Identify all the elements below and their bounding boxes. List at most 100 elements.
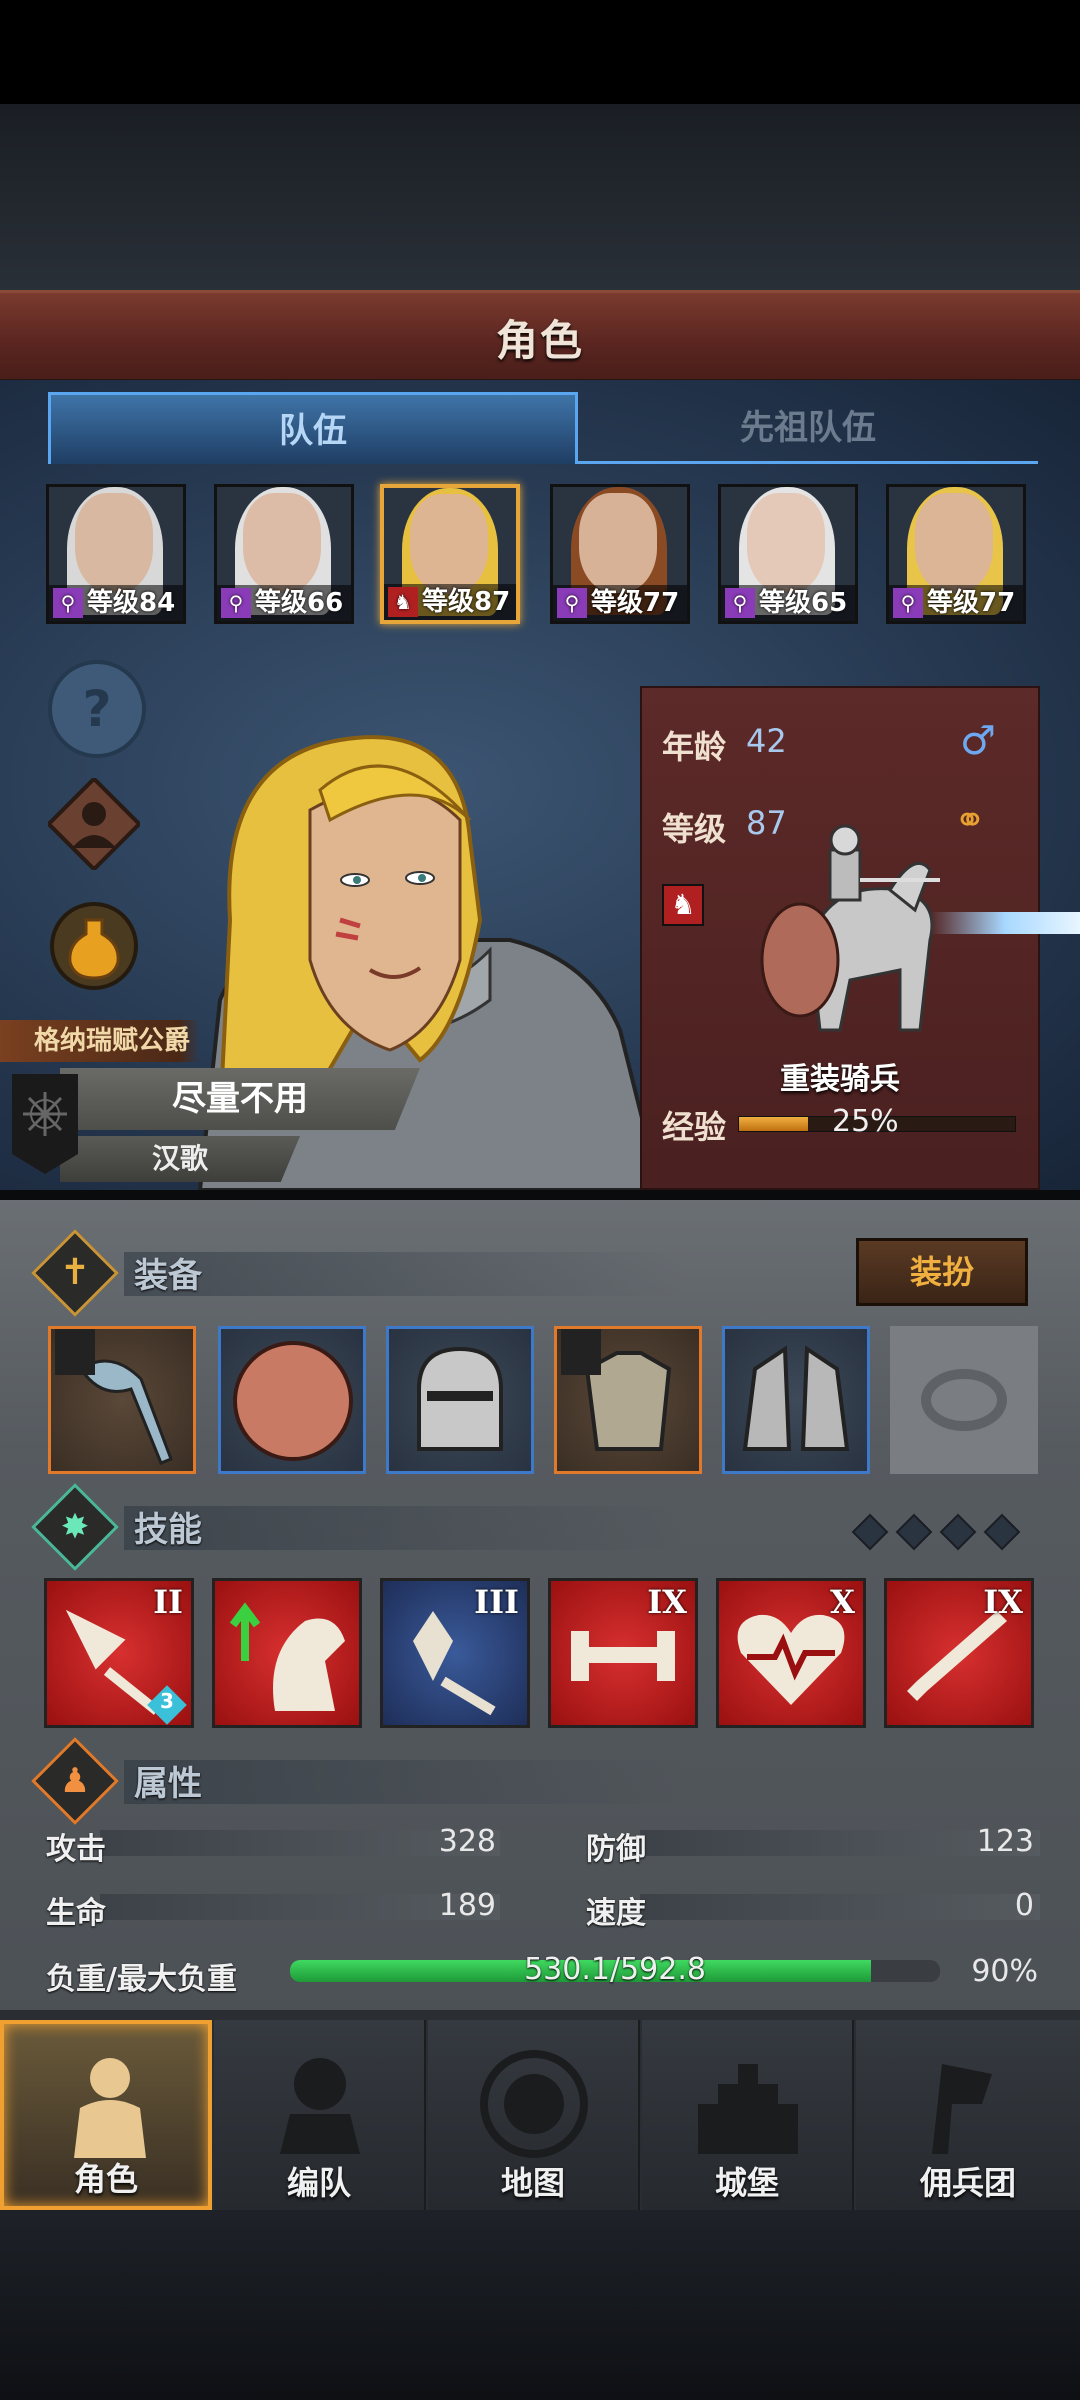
command-label[interactable]: 尽量不用	[60, 1068, 420, 1130]
load-percent: 90%	[971, 1954, 1038, 1989]
mercenary-flag-icon	[932, 2064, 992, 2154]
portrait-bust-icon[interactable]	[45, 775, 143, 873]
page-title: 角色	[495, 316, 584, 365]
tab-team[interactable]: 队伍	[48, 392, 578, 464]
skill-4[interactable]: IX	[548, 1578, 698, 1728]
axe-icon	[55, 1329, 173, 1465]
nav-label: 地图	[500, 2164, 565, 2202]
rings-icon: ⚭	[954, 798, 986, 842]
nav-label: 角色	[73, 2160, 138, 2198]
nav-map[interactable]: 地图	[428, 2020, 640, 2210]
party-member-1[interactable]: ⚲ 等级84	[46, 484, 186, 624]
defense-label: 防御	[586, 1832, 646, 1867]
party-member-3[interactable]: ♞ 等级87	[380, 484, 520, 624]
nav-castle[interactable]: 城堡	[642, 2020, 854, 2210]
party-member-2[interactable]: ⚲ 等级66	[214, 484, 354, 624]
exp-label: 经验	[662, 1108, 727, 1146]
title-bar: 角色	[0, 290, 1080, 382]
attack-value: 328	[438, 1824, 496, 1859]
staff-icon: ⚲	[53, 588, 83, 618]
skill-rank: X	[830, 1583, 855, 1621]
load-label: 负重/最大负重	[46, 1962, 237, 1997]
skill-3[interactable]: III	[380, 1578, 530, 1728]
level-label: 等级	[662, 810, 727, 848]
boots-icon	[742, 1345, 850, 1451]
skill-5[interactable]: X	[716, 1578, 866, 1728]
life-value: 189	[438, 1888, 496, 1923]
top-backdrop	[0, 104, 1080, 294]
cross-icon: ✝	[31, 1229, 119, 1317]
load-value: 530.1/592.8	[524, 1952, 706, 1987]
horse-buff-icon	[229, 1602, 345, 1711]
dress-up-button[interactable]: 装扮	[856, 1238, 1028, 1306]
skill-6[interactable]: IX	[884, 1578, 1034, 1728]
party-member-6[interactable]: ⚲ 等级77	[886, 484, 1026, 624]
equip-slot-boots[interactable]	[722, 1326, 870, 1474]
knight-icon	[74, 2058, 146, 2158]
staff-icon: ⚲	[725, 588, 755, 618]
nav-formation[interactable]: 编队	[214, 2020, 426, 2210]
age-label: 年龄	[662, 728, 727, 766]
equip-slot-ring[interactable]	[890, 1326, 1038, 1474]
tab-ancestor-team[interactable]: 先祖队伍	[578, 392, 1038, 464]
staff-icon: ⚲	[557, 588, 587, 618]
defense-value: 123	[976, 1824, 1034, 1859]
party-level: 等级65	[759, 588, 848, 618]
staff-icon: ⚲	[221, 588, 251, 618]
horse-icon: ♞	[388, 587, 418, 617]
star-icon: ✸	[31, 1483, 119, 1571]
party-member-5[interactable]: ⚲ 等级65	[718, 484, 858, 624]
helmet-icon	[417, 1346, 503, 1451]
noble-title: 格纳瑞赋公爵	[0, 1020, 200, 1062]
faction-banner-icon	[12, 1074, 78, 1174]
speed-label: 速度	[586, 1896, 646, 1931]
party-level: 等级77	[927, 588, 1016, 618]
equip-slot-armor[interactable]	[554, 1326, 702, 1474]
nav-character[interactable]: 角色	[0, 2020, 212, 2210]
nav-label: 编队	[286, 2164, 351, 2202]
skills-title: 技能	[134, 1510, 202, 1550]
skill-rank: III	[474, 1583, 519, 1621]
attributes-title: 属性	[134, 1764, 202, 1804]
castle-icon	[698, 2064, 798, 2154]
nav-mercenary[interactable]: 佣兵团	[856, 2020, 1080, 2210]
skill-badge: 3	[160, 1689, 174, 1713]
nav-label: 佣兵团	[919, 2164, 1016, 2202]
potion-icon[interactable]	[48, 900, 140, 992]
shield-icon	[233, 1341, 353, 1461]
attack-label: 攻击	[46, 1832, 106, 1867]
team-tabs: 队伍 先祖队伍	[40, 392, 1040, 466]
skill-rank: IX	[983, 1583, 1023, 1621]
hero-name: 汉歌	[60, 1136, 300, 1182]
party-level: 等级87	[422, 587, 511, 617]
attributes-header: ♟ 属性	[31, 1737, 1034, 1825]
formation-icon	[280, 2058, 360, 2154]
equip-slot-helmet[interactable]	[386, 1326, 534, 1474]
equip-slot-shield[interactable]	[218, 1326, 366, 1474]
party-level: 等级66	[255, 588, 344, 618]
age-value: 42	[746, 722, 787, 760]
life-label: 生命	[46, 1896, 106, 1931]
party-member-4[interactable]: ⚲ 等级77	[550, 484, 690, 624]
equipment-title: 装备	[134, 1256, 202, 1296]
skill-rank: II	[153, 1583, 183, 1621]
armor-icon	[561, 1329, 672, 1451]
skill-rank: IX	[647, 1583, 687, 1621]
party-level: 等级84	[87, 588, 176, 618]
skill-1[interactable]: II 3	[44, 1578, 194, 1728]
unit-name: 重装骑兵	[780, 1062, 900, 1097]
ring-icon	[921, 1369, 1007, 1431]
heavy-cavalry-figure	[760, 824, 940, 1032]
male-icon: ♂	[960, 718, 996, 764]
equip-slot-weapon[interactable]	[48, 1326, 196, 1474]
skill-2[interactable]	[212, 1578, 362, 1728]
exp-bar-fill	[739, 1117, 808, 1131]
staff-icon: ⚲	[893, 588, 923, 618]
nav-label: 城堡	[714, 2164, 779, 2202]
help-icon[interactable]: ?	[48, 660, 146, 758]
skill-points-diamonds	[850, 1512, 1030, 1552]
lance-glow	[930, 912, 1080, 934]
status-bar-area	[0, 0, 1080, 104]
party-level: 等级77	[591, 588, 680, 618]
speed-value: 0	[1014, 1888, 1034, 1923]
